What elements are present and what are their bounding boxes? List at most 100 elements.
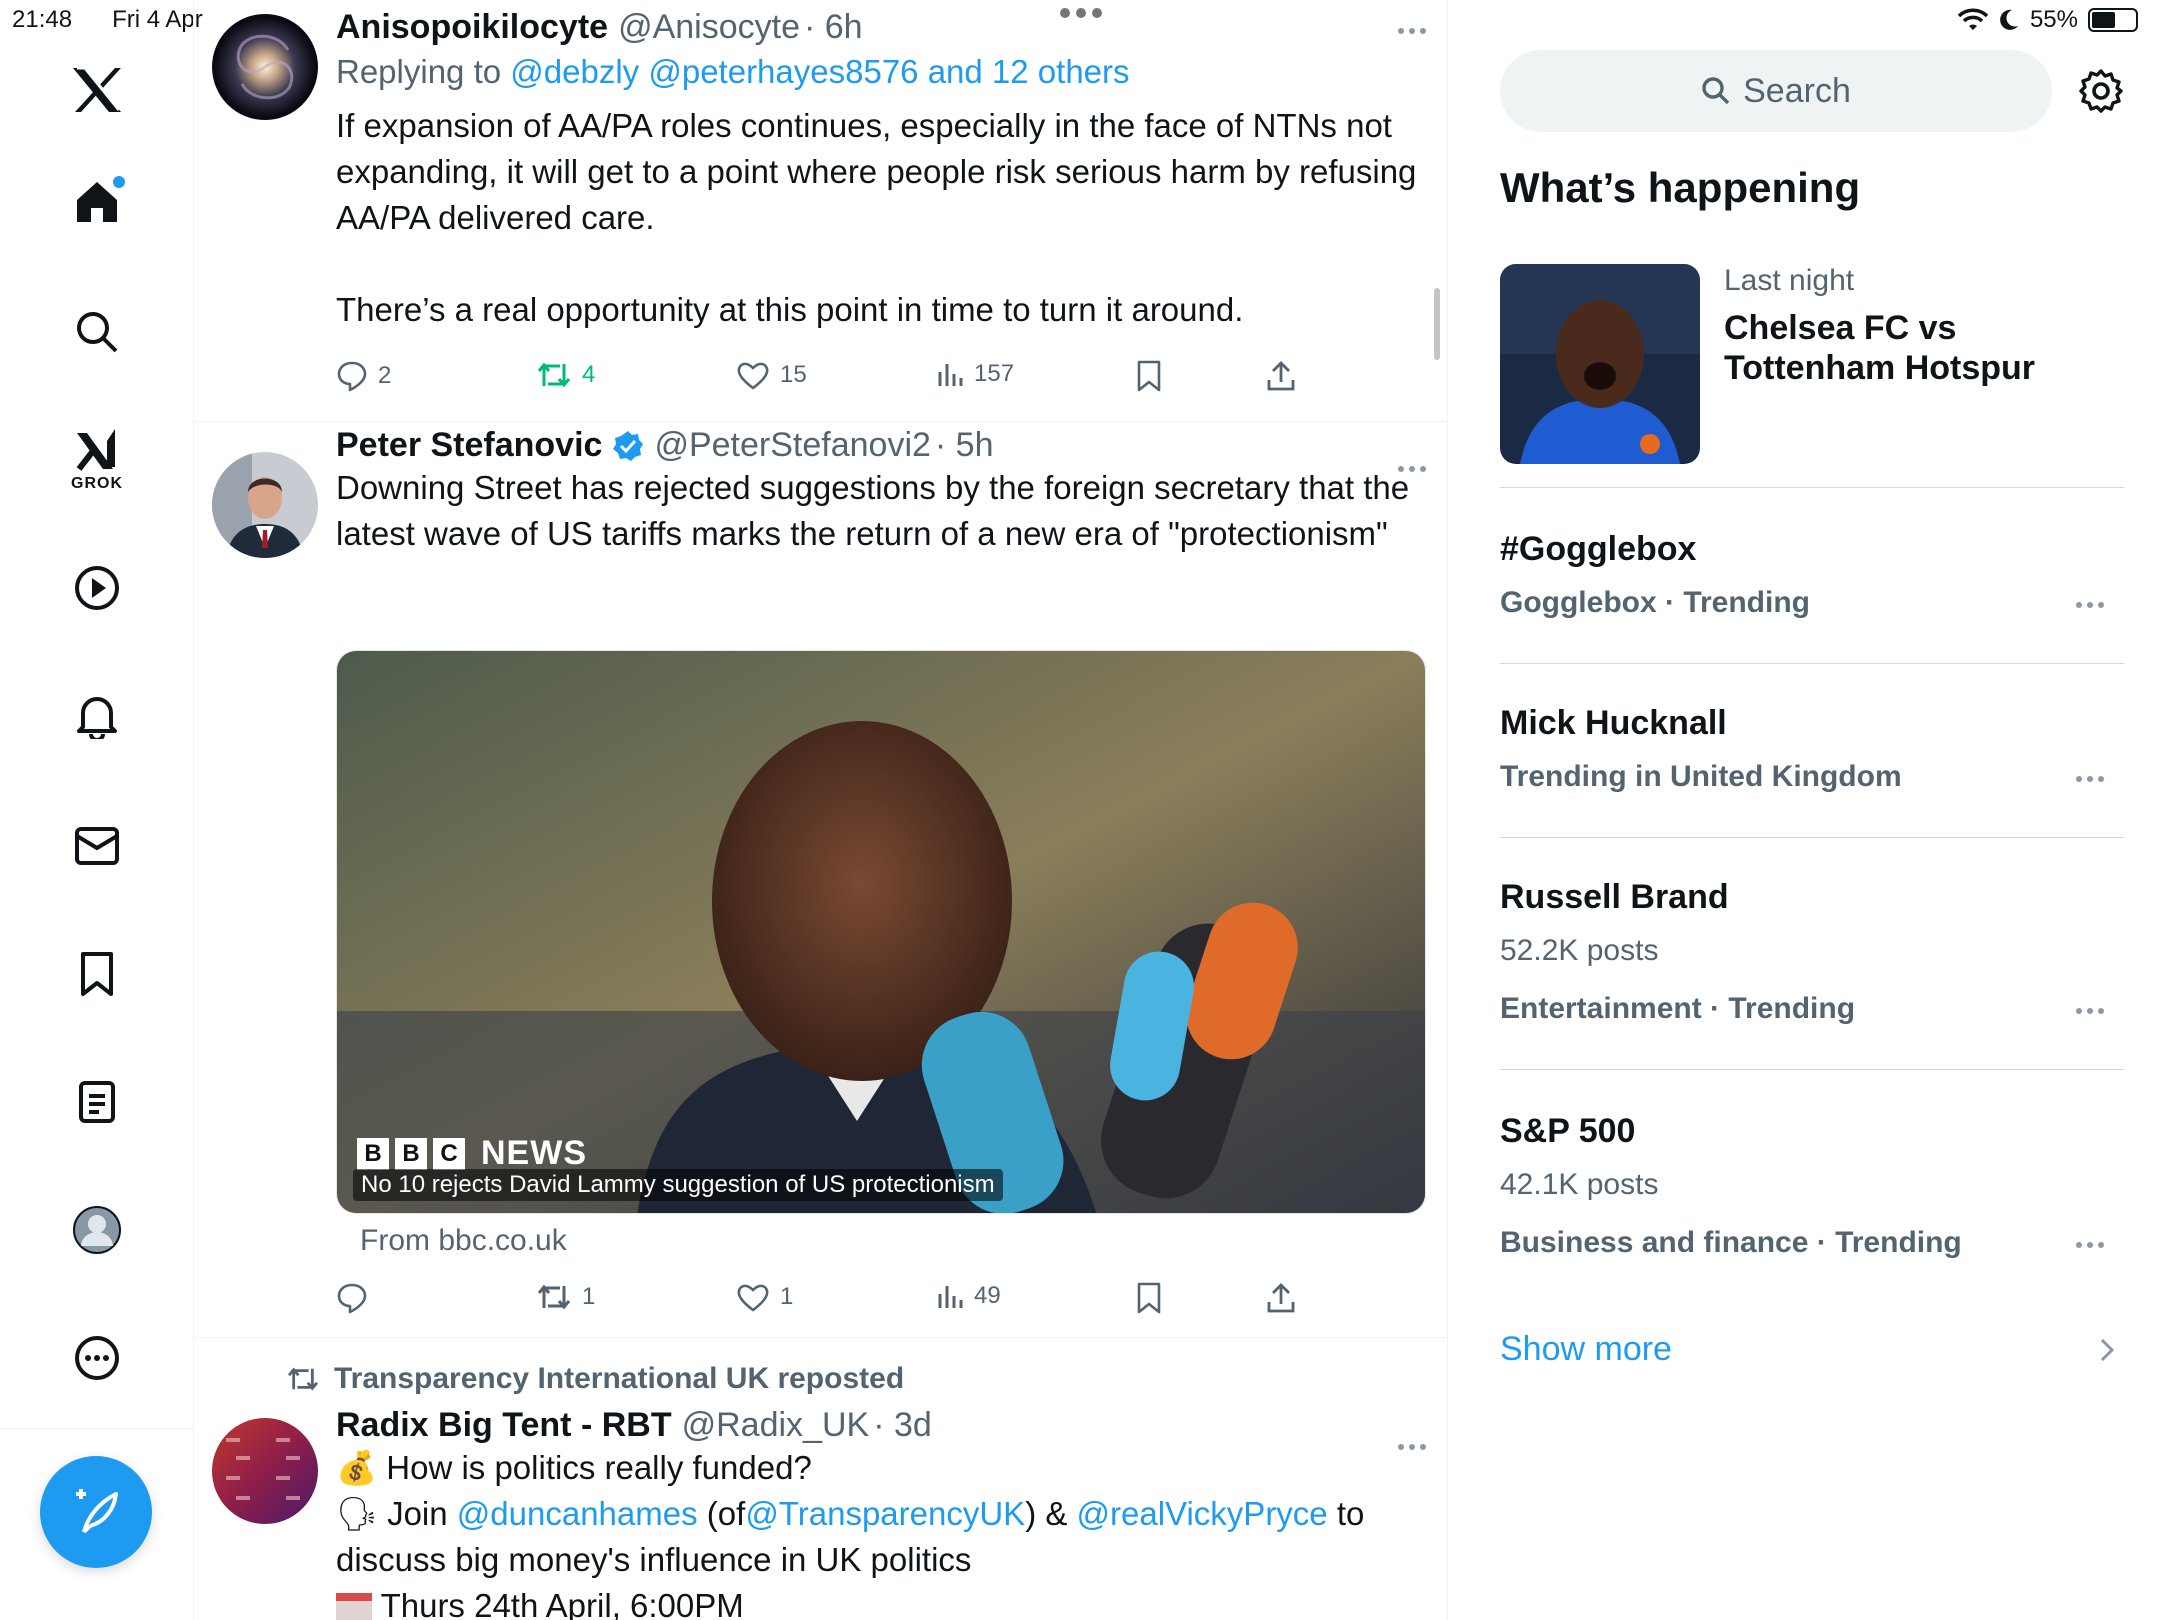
tweet-time[interactable]: · 5h (935, 426, 994, 465)
nav-bookmarks[interactable] (57, 934, 137, 1014)
timeline[interactable]: Anisopoikilocyte @Anisocyte · 6h Replyin… (194, 0, 1448, 1620)
avatar[interactable] (212, 1418, 318, 1524)
tweet[interactable]: Peter Stefanovic @PeterStefanovi2 · 5h D… (194, 422, 1447, 1338)
author-handle[interactable]: @PeterStefanovi2 (654, 426, 930, 465)
trend-more-button[interactable] (2076, 776, 2104, 782)
tweet-time[interactable]: · 6h (804, 8, 863, 47)
search-bar[interactable]: Search (1500, 50, 2052, 132)
repost-icon (536, 360, 572, 390)
heart-icon (736, 360, 770, 390)
featured-trend[interactable]: Last night Chelsea FC vs Tottenham Hotsp… (1500, 264, 2124, 488)
analytics-icon (936, 360, 964, 388)
bookmark-button[interactable] (1136, 360, 1162, 392)
repost-button[interactable]: 4 (536, 360, 595, 390)
tweet-line-1: How is politics really funded? (386, 1449, 812, 1486)
nav-home[interactable] (57, 162, 137, 242)
trend-item[interactable]: Russell Brand 52.2K posts Entertainment … (1500, 838, 2124, 1070)
trend-more-button[interactable] (2076, 1008, 2104, 1014)
nav-notifications[interactable] (57, 676, 137, 756)
trend-subtitle: Gogglebox · Trending (1500, 586, 1810, 619)
nav-lists[interactable] (57, 1062, 137, 1142)
left-navigation: GROK (0, 0, 194, 1620)
like-button[interactable]: 15 (736, 360, 807, 390)
like-button[interactable]: 1 (736, 1282, 793, 1312)
nav-divider (0, 1428, 194, 1429)
reply-button[interactable]: 2 (336, 360, 391, 392)
reply-icon (336, 1282, 368, 1314)
share-button[interactable] (1266, 360, 1296, 392)
like-count: 1 (780, 1283, 794, 1310)
link-card-image[interactable]: BBC NEWS No 10 rejects David Lammy sugge… (336, 650, 1426, 1214)
trend-more-button[interactable] (2076, 1242, 2104, 1248)
reply-button[interactable] (336, 1282, 378, 1314)
bookmark-button[interactable] (1136, 1282, 1162, 1314)
bookmark-icon (1136, 1282, 1162, 1314)
trend-item[interactable]: #Gogglebox Gogglebox · Trending (1500, 488, 2124, 664)
nav-more[interactable] (57, 1318, 137, 1398)
bookmark-icon (1136, 360, 1162, 392)
trend-title: #Gogglebox (1500, 530, 1697, 568)
nav-messages[interactable] (57, 806, 137, 886)
chevron-right-icon (2098, 1336, 2116, 1364)
more-circle-icon (74, 1335, 120, 1381)
tweet[interactable]: Transparency International UK reposted R… (194, 1338, 1447, 1620)
author-name[interactable]: Anisopoikilocyte (336, 8, 608, 47)
mention-link[interactable]: @realVickyPryce (1077, 1495, 1328, 1532)
mention-link[interactable]: @TransparencyUK (745, 1495, 1025, 1532)
featured-trend-title: Chelsea FC vs Tottenham Hotspur (1724, 309, 2036, 387)
views-button[interactable]: 157 (936, 360, 1014, 388)
share-button[interactable] (1266, 1282, 1296, 1314)
tweet-actions: 1 1 49 (336, 1282, 1336, 1326)
nav-grok[interactable]: GROK (57, 420, 137, 500)
avatar[interactable] (212, 452, 318, 558)
avatar[interactable] (212, 14, 318, 120)
tweet-more-button[interactable] (1398, 466, 1426, 472)
author-handle[interactable]: @Anisocyte (618, 8, 800, 47)
nav-explore[interactable] (57, 292, 137, 372)
repost-button[interactable]: 1 (536, 1282, 595, 1312)
nav-video[interactable] (57, 548, 137, 628)
repost-icon (536, 1282, 572, 1312)
reply-mentions-link[interactable]: @debzly @peterhayes8576 (510, 53, 918, 90)
reply-others-link[interactable]: and 12 others (928, 53, 1130, 90)
mention-link[interactable]: @duncanhames (457, 1495, 698, 1532)
search-placeholder: Search (1743, 71, 1851, 110)
author-handle[interactable]: @Radix_UK (682, 1406, 870, 1445)
grok-icon (73, 427, 121, 473)
reposted-by[interactable]: Transparency International UK reposted (286, 1362, 904, 1396)
x-logo-icon[interactable] (57, 50, 137, 130)
author-name[interactable]: Radix Big Tent - RBT (336, 1406, 672, 1445)
compose-feather-icon (70, 1486, 122, 1538)
tweet-more-button[interactable] (1398, 1444, 1426, 1450)
settings-button[interactable] (2078, 68, 2124, 114)
views-button[interactable]: 49 (936, 1282, 1001, 1310)
link-card-title: No 10 rejects David Lammy suggestion of … (353, 1169, 1003, 1201)
tweet-line-2-prefix: Join (387, 1495, 448, 1532)
like-count: 15 (780, 361, 807, 388)
share-icon (1266, 360, 1296, 392)
tweet-line-2-mid: (of (706, 1495, 746, 1532)
compose-post-button[interactable] (40, 1456, 152, 1568)
grok-label: GROK (71, 475, 123, 492)
author-name[interactable]: Peter Stefanovic (336, 426, 602, 465)
trend-item[interactable]: S&P 500 42.1K posts Business and finance… (1500, 1070, 2124, 1302)
tweet[interactable]: Anisopoikilocyte @Anisocyte · 6h Replyin… (194, 0, 1447, 422)
trend-more-button[interactable] (2076, 602, 2104, 608)
repost-icon (286, 1365, 320, 1393)
nav-profile[interactable] (57, 1190, 137, 1270)
views-count: 49 (974, 1282, 1001, 1309)
gear-icon (2078, 68, 2124, 114)
analytics-icon (936, 1282, 964, 1310)
tweet-header: Peter Stefanovic @PeterStefanovi2 · 5h (336, 426, 1428, 465)
featured-trend-meta: Last night (1724, 264, 1855, 297)
tweet-more-button[interactable] (1398, 28, 1426, 34)
link-source[interactable]: From bbc.co.uk (360, 1224, 567, 1258)
tweet-time[interactable]: · 3d (873, 1406, 932, 1445)
notification-dot (113, 176, 125, 188)
trend-item[interactable]: Mick Hucknall Trending in United Kingdom (1500, 664, 2124, 838)
money-bag-icon: 💰 (336, 1449, 378, 1486)
trend-subtitle: Business and finance · Trending (1500, 1226, 1962, 1259)
heart-icon (736, 1282, 770, 1312)
show-more-link[interactable]: Show more (1500, 1330, 1672, 1369)
bell-icon (75, 693, 119, 739)
